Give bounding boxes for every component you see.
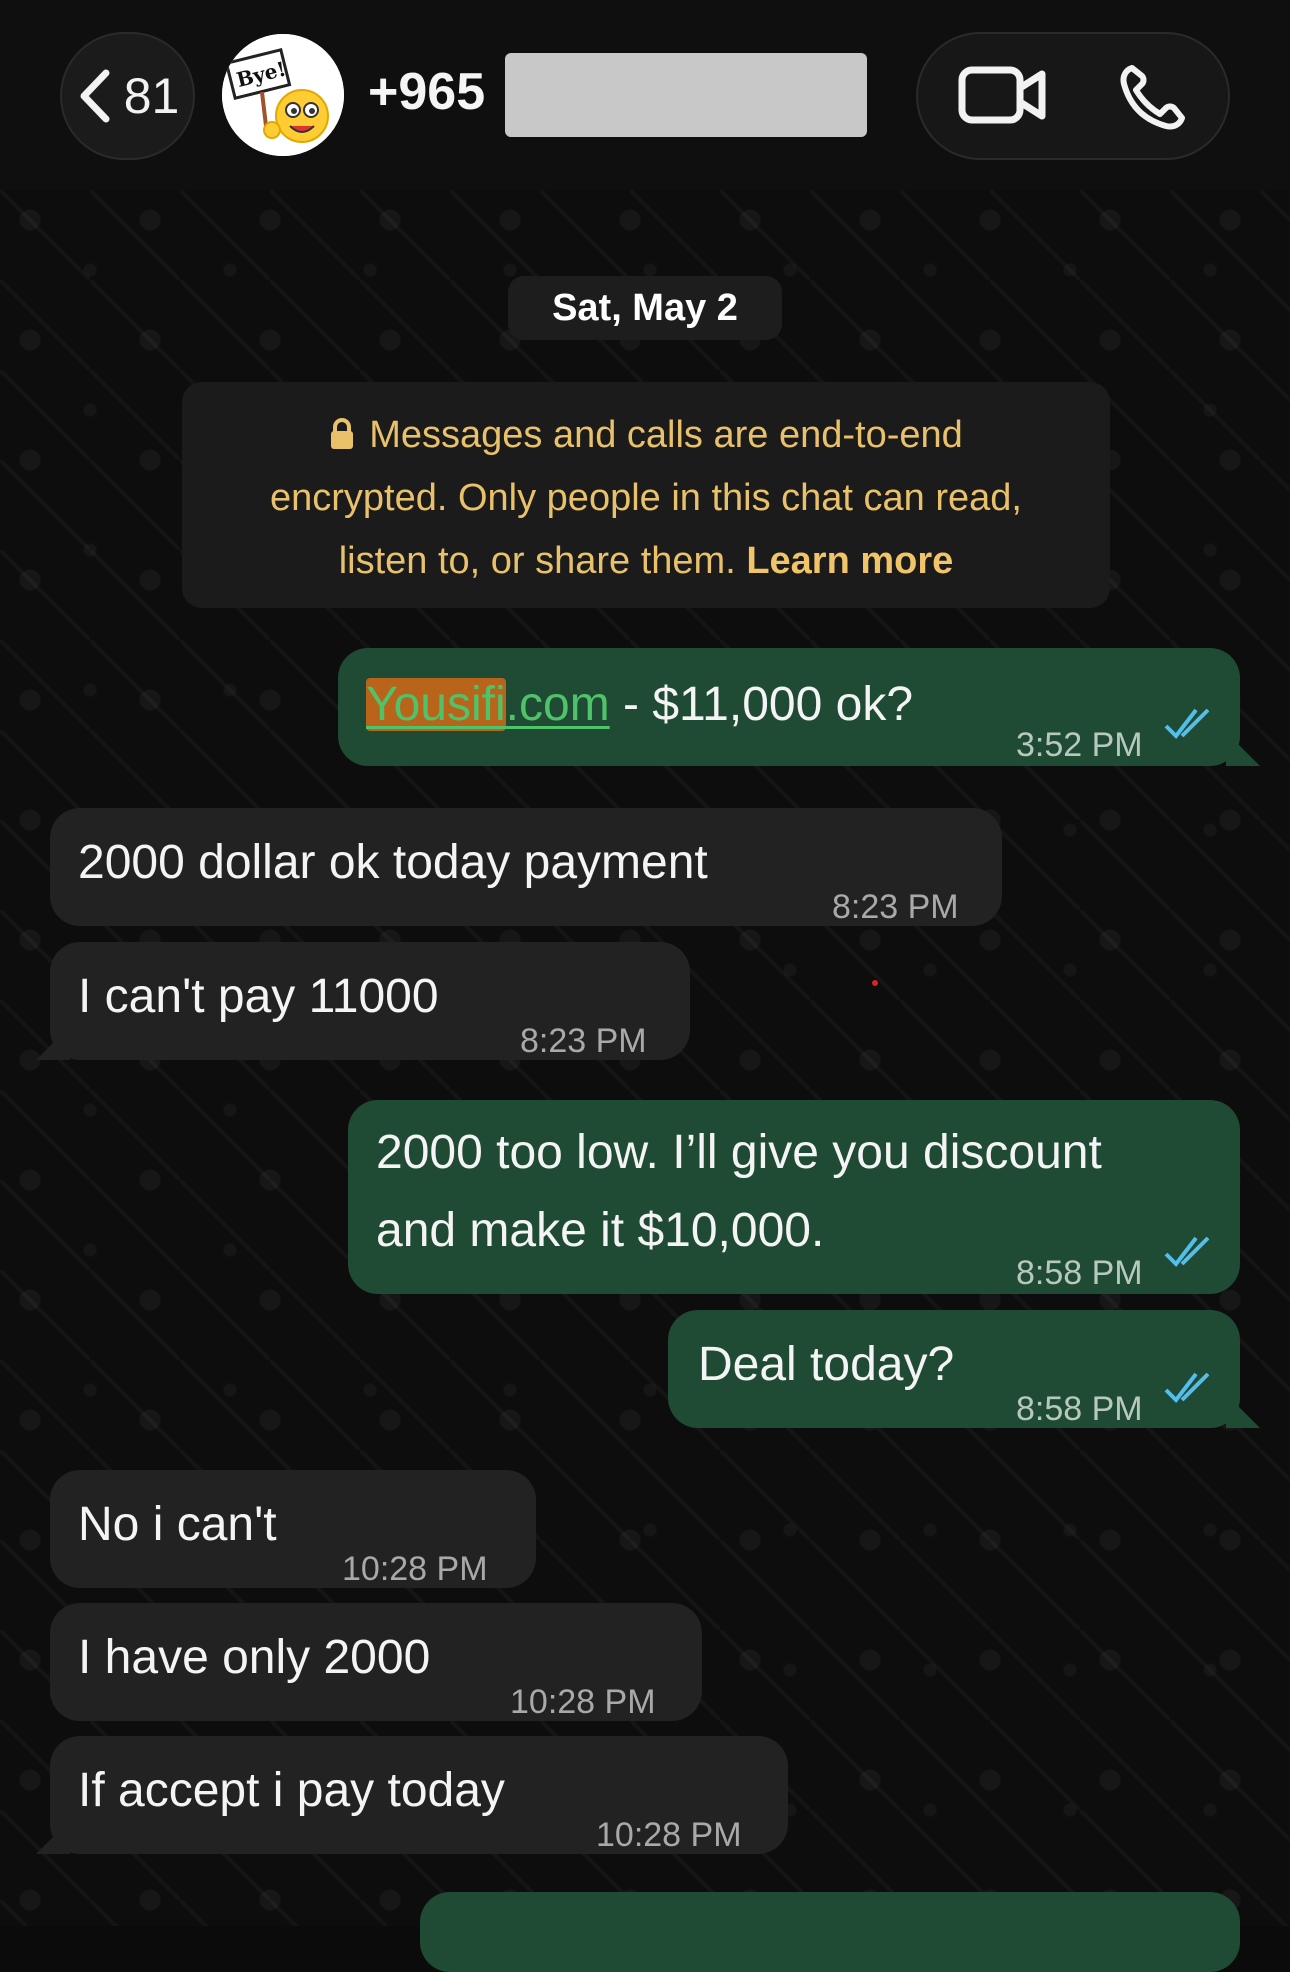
video-call-icon[interactable]	[958, 64, 1048, 126]
message-text: Yousifi.com - $11,000 ok?	[366, 678, 914, 731]
message-bubble-incoming[interactable]: 2000 dollar ok today payment 8:23 PM	[50, 808, 1002, 926]
back-button[interactable]: 81	[60, 32, 195, 160]
chat-header: 81 Bye! +965	[0, 0, 1290, 190]
back-chevron-icon	[80, 69, 110, 123]
notice-line-2: encrypted. Only people in this chat can …	[269, 477, 1022, 519]
double-check-icon	[1164, 1236, 1210, 1268]
double-check-icon	[1164, 1372, 1210, 1404]
encryption-notice[interactable]: Messages and calls are end-to-end encryp…	[182, 382, 1110, 608]
unread-count: 81	[123, 68, 180, 124]
redaction-box	[505, 53, 867, 137]
lock-icon	[331, 418, 354, 449]
message-bubble-incoming[interactable]: If accept i pay today 10:28 PM	[50, 1736, 788, 1854]
phone-call-icon[interactable]	[1118, 62, 1188, 132]
learn-more-link[interactable]: Learn more	[746, 540, 953, 582]
message-time: 10:28 PM	[596, 1816, 742, 1854]
call-actions	[916, 32, 1230, 160]
date-separator: Sat, May 2	[508, 276, 782, 340]
message-text: No i can't	[78, 1498, 277, 1551]
message-time: 8:58 PM	[1016, 1390, 1143, 1428]
message-bubble-incoming[interactable]: No i can't 10:28 PM	[50, 1470, 536, 1588]
red-dot-artifact	[872, 980, 878, 986]
bye-sticker-avatar-icon: Bye!	[222, 34, 344, 156]
message-bubble-incoming[interactable]: I can't pay 11000 8:23 PM	[50, 942, 690, 1060]
message-text: 2000 dollar ok today payment	[78, 836, 708, 889]
message-bubble-outgoing[interactable]: Deal today? 8:58 PM	[668, 1310, 1240, 1428]
message-bubble-outgoing[interactable]: Yousifi.com - $11,000 ok? 3:52 PM	[338, 648, 1240, 766]
contact-name[interactable]: +965	[368, 62, 485, 122]
double-check-icon	[1164, 708, 1210, 740]
message-text: If accept i pay today	[78, 1764, 505, 1817]
message-text-line-2: and make it $10,000.	[376, 1204, 825, 1257]
message-text-line-1: 2000 too low. I’ll give you discount	[376, 1126, 1102, 1179]
message-time: 8:23 PM	[832, 888, 959, 926]
message-time: 3:52 PM	[1016, 726, 1143, 764]
website-link[interactable]: Yousifi.com	[366, 678, 610, 731]
message-time: 10:28 PM	[342, 1550, 488, 1588]
contact-avatar[interactable]: Bye!	[222, 34, 344, 156]
message-text: I have only 2000	[78, 1631, 431, 1684]
message-time: 10:28 PM	[510, 1683, 656, 1721]
message-text: Deal today?	[698, 1338, 955, 1391]
notice-line-1: Messages and calls are end-to-end	[369, 414, 963, 456]
notice-line-3: listen to, or share them.	[338, 540, 736, 582]
message-bubble-outgoing[interactable]: 2000 too low. I’ll give you discount and…	[348, 1100, 1240, 1294]
message-bubble-outgoing-partial[interactable]	[420, 1892, 1240, 1972]
message-time: 8:23 PM	[520, 1022, 647, 1060]
message-text: I can't pay 11000	[78, 970, 439, 1023]
message-bubble-incoming[interactable]: I have only 2000 10:28 PM	[50, 1603, 702, 1721]
message-time: 8:58 PM	[1016, 1254, 1143, 1292]
